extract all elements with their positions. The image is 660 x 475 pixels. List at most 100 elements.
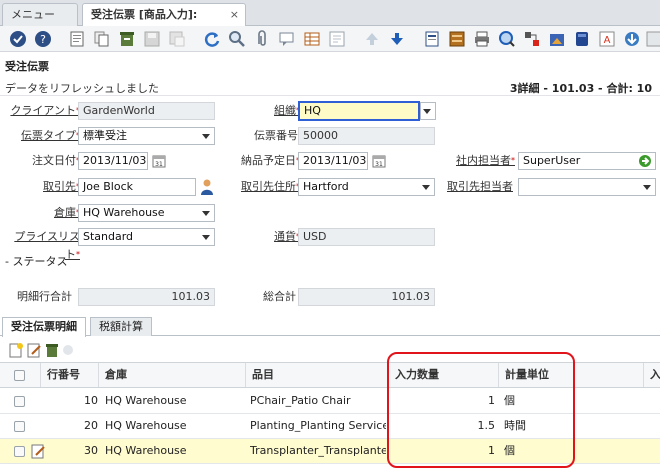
docno-field: 50000 [298, 127, 435, 145]
orderdate-field[interactable]: 2013/11/03 [78, 152, 148, 170]
parent-record-icon[interactable] [362, 29, 382, 49]
delete-icon[interactable] [117, 29, 137, 49]
archive-icon[interactable] [447, 29, 467, 49]
col-line[interactable]: 行番号 [40, 363, 95, 387]
svg-text:A: A [604, 35, 611, 46]
save-line-icon[interactable] [62, 344, 74, 359]
svg-text:31: 31 [155, 161, 163, 168]
tab-menu[interactable]: メニュー (21) [2, 3, 78, 43]
chevron-down-icon [198, 205, 214, 221]
delete-line-icon[interactable] [44, 342, 60, 361]
totallines-field: 101.03 [78, 288, 215, 306]
chevron-down-icon [639, 179, 655, 195]
bplocation-label[interactable]: 取引先住所* [230, 178, 300, 196]
bpcontact-select[interactable] [518, 178, 656, 196]
row-checkbox[interactable] [14, 396, 25, 407]
zoom-across-icon[interactable] [497, 29, 517, 49]
client-field: GardenWorld [78, 102, 215, 120]
doctype-label[interactable]: 伝票タイプ* [10, 127, 80, 145]
chevron-down-icon [198, 128, 214, 144]
tab-sales-order[interactable]: 受注伝票 [商品入力]: 50000 × [82, 3, 246, 43]
cell-warehouse: HQ Warehouse [105, 394, 187, 407]
tab-tax[interactable]: 税額計算 [90, 317, 152, 336]
detail-record-icon[interactable] [387, 29, 407, 49]
salesrep-field[interactable]: SuperUser [518, 152, 656, 170]
chat-icon[interactable] [277, 29, 297, 49]
tab-order-lines[interactable]: 受注伝票明細 [2, 317, 86, 337]
doctype-value: 標準受注 [83, 129, 127, 142]
new-line-icon[interactable] [8, 342, 24, 361]
copy-record-icon[interactable] [92, 29, 112, 49]
translate-icon[interactable]: A [597, 29, 617, 49]
history-icon[interactable] [327, 29, 347, 49]
save-new-icon[interactable] [167, 29, 187, 49]
print-icon[interactable] [472, 29, 492, 49]
grid-toggle-icon[interactable] [302, 29, 322, 49]
highlight-annotation [387, 352, 575, 468]
report-icon[interactable] [422, 29, 442, 49]
warehouse-select[interactable]: HQ Warehouse [78, 204, 215, 222]
bpcontact-label[interactable]: 取引先担当者 [440, 178, 513, 196]
row-checkbox[interactable] [14, 421, 25, 432]
attachment-icon[interactable] [252, 29, 272, 49]
pricelist-label[interactable]: プライスリスト* [5, 228, 80, 261]
salesrep-value: SuperUser [523, 154, 581, 167]
cell-product: PChair_Patio Chair [250, 394, 351, 407]
status-summary: 3詳細 - 101.03 - 合計: 10 [509, 82, 652, 95]
chevron-down-icon [418, 179, 434, 195]
help-icon[interactable]: ? [33, 29, 53, 49]
refresh-icon[interactable] [202, 29, 222, 49]
ignore-icon[interactable] [8, 29, 28, 49]
bplocation-value: Hartford [303, 180, 349, 193]
cell-line: 10 [84, 394, 98, 407]
cell-line: 30 [84, 444, 98, 457]
edit-line-icon[interactable] [26, 342, 42, 361]
options-icon[interactable] [644, 29, 660, 49]
salesrep-label[interactable]: 社内担当者* [445, 152, 515, 170]
promisedate-field[interactable]: 2013/11/03 [298, 152, 368, 170]
docno-label: 伝票番号 [254, 129, 298, 142]
doctype-select[interactable]: 標準受注 [78, 127, 215, 145]
currency-field: USD [298, 228, 435, 246]
bplocation-select[interactable]: Hartford [298, 178, 435, 196]
col-warehouse[interactable]: 倉庫 [98, 363, 243, 387]
new-record-icon[interactable] [67, 29, 87, 49]
orderdate-label: 注文日付* [32, 154, 80, 167]
row-checkbox[interactable] [14, 446, 25, 457]
warehouse-label[interactable]: 倉庫* [10, 204, 80, 222]
org-field[interactable]: HQ [298, 101, 420, 121]
divider [0, 95, 660, 96]
cell-warehouse: HQ Warehouse [105, 444, 187, 457]
select-all-checkbox[interactable] [14, 370, 25, 381]
search-icon[interactable] [227, 29, 247, 49]
svg-text:?: ? [40, 33, 46, 46]
process-icon[interactable] [572, 29, 592, 49]
pricelist-value: Standard [83, 230, 134, 243]
warehouse-value: HQ Warehouse [83, 206, 165, 219]
cell-product: Transplanter_Transplanter [250, 444, 386, 457]
bpartner-field[interactable]: Joe Block [78, 178, 196, 196]
status-message: データをリフレッシュしました [5, 82, 159, 95]
save-icon[interactable] [142, 29, 162, 49]
col-product[interactable]: 品目 [245, 363, 382, 387]
org-label[interactable]: 組織* [240, 102, 300, 120]
currency-label[interactable]: 通貨* [240, 228, 300, 246]
close-icon[interactable]: × [230, 4, 239, 26]
pricelist-select[interactable]: Standard [78, 228, 215, 246]
org-dropdown[interactable] [420, 102, 436, 120]
bpartner-label[interactable]: 取引先* [10, 178, 80, 196]
go-arrow-icon[interactable] [638, 154, 652, 169]
bpartner-lookup-icon[interactable] [199, 178, 215, 196]
svg-text:31: 31 [375, 161, 383, 168]
promisedate-label: 納品予定日* [241, 154, 300, 167]
product-info-icon[interactable] [547, 29, 567, 49]
calendar-icon[interactable]: 31 [151, 153, 167, 169]
client-label[interactable]: クライアント* [10, 102, 80, 120]
status-section-toggle[interactable]: - ステータス [5, 253, 67, 269]
cell-line: 20 [84, 419, 98, 432]
export-icon[interactable] [622, 29, 642, 49]
col-next[interactable]: 入 [643, 363, 660, 387]
calendar-icon[interactable]: 31 [371, 153, 387, 169]
workflow-icon[interactable] [522, 29, 542, 49]
chevron-down-icon [198, 229, 214, 245]
